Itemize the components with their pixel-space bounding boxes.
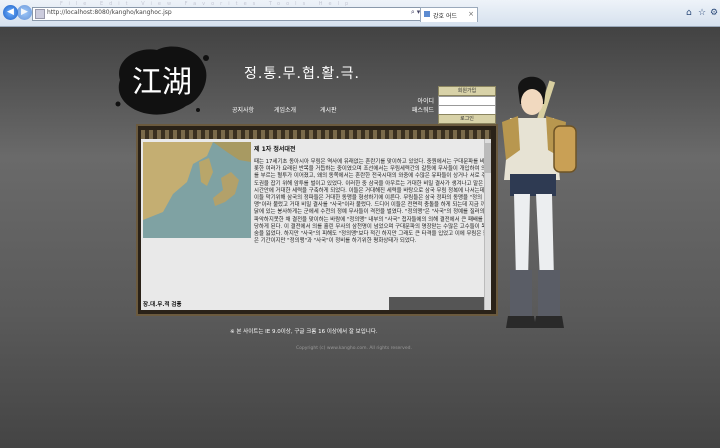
- scrollbar-thumb[interactable]: [485, 143, 491, 173]
- back-icon[interactable]: ◀: [3, 5, 18, 20]
- browser-notice: ※ 본 사이트는 IE 9.0이상, 구글 크롬 16 이상에서 잘 보입니다.: [230, 329, 378, 335]
- chapter-title: 제 1자 정서대전: [254, 146, 296, 153]
- menu-game-intro[interactable]: 게임소개: [274, 105, 296, 114]
- login-form: 회원가입 아이디 패스워드 로그인: [384, 86, 496, 124]
- section-subheading: 장.대.무.적 검풍: [143, 302, 182, 308]
- address-text: http://localhost:8080/kangho/kanghoc.jsp: [47, 9, 172, 16]
- site-title: 정.통.무.협.활.극.: [244, 66, 360, 82]
- gear-icon[interactable]: ⚙: [710, 8, 718, 18]
- section-thumbnail-image: [389, 297, 491, 310]
- id-label: 아이디: [417, 98, 434, 105]
- join-button[interactable]: 회원가입: [438, 86, 496, 96]
- site-logo[interactable]: 江湖: [112, 40, 212, 120]
- login-button[interactable]: 로그인: [438, 114, 496, 124]
- browser-tab[interactable]: 강호 어드 ×: [420, 7, 478, 22]
- password-label: 패스워드: [411, 107, 434, 114]
- address-bar[interactable]: http://localhost:8080/kangho/kanghoc.jsp…: [32, 7, 442, 21]
- character-illustration: [502, 76, 577, 328]
- menu-notice[interactable]: 공지사항: [232, 105, 254, 114]
- tab-title: 강호 어드: [433, 13, 457, 20]
- star-icon[interactable]: ☆: [698, 8, 706, 18]
- story-text: 때는 17세기초 동아시아 무림은 역사에 유래없는 혼란기를 맞이하고 있었다…: [254, 159, 488, 245]
- copyright-text: Copyright (c) www.kangho.com. All rights…: [296, 346, 412, 351]
- tab-close-icon[interactable]: ×: [468, 10, 474, 18]
- story-content: 제 1자 정서대전 때는 17세기초 동아시아 무림은 역사에 유래없는 혼란기…: [141, 130, 491, 310]
- story-panel: 제 1자 정서대전 때는 17세기초 동아시아 무림은 역사에 유래없는 혼란기…: [136, 124, 498, 316]
- home-icon[interactable]: ⌂: [686, 8, 692, 18]
- menu-board[interactable]: 게시판: [320, 105, 337, 114]
- logo-text: 江湖: [132, 65, 192, 100]
- east-asia-map-image: [143, 142, 251, 238]
- tab-favicon-icon: [424, 11, 430, 17]
- scrollbar[interactable]: [484, 139, 491, 310]
- decorative-border: [141, 130, 491, 139]
- forward-icon[interactable]: ▶: [17, 5, 32, 20]
- page-icon: [35, 9, 45, 19]
- browser-toolbar: ◀ ▶ File Edit View Favorites Tools Help …: [0, 0, 720, 27]
